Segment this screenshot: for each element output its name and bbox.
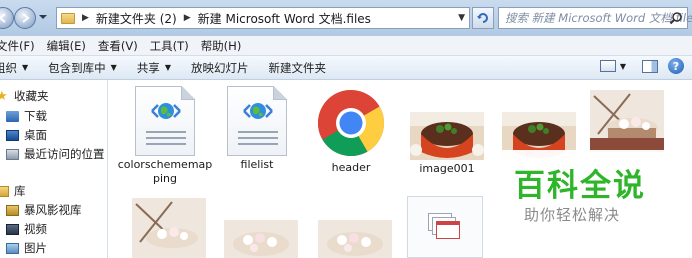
folder-icon <box>61 12 75 24</box>
nav-favorites[interactable]: ★ 收藏夹 <box>0 88 49 104</box>
presentation-file-icon <box>407 196 483 258</box>
file-label: filelist <box>240 158 274 171</box>
change-view-icon[interactable] <box>599 60 616 72</box>
photo-thumbnail <box>224 220 298 258</box>
photo-thumbnail <box>410 112 484 160</box>
organize-label: 组织 <box>0 60 17 75</box>
file-item[interactable] <box>587 90 667 152</box>
photo-thumbnail <box>132 198 206 258</box>
photo-thumbnail <box>590 90 664 152</box>
search-input[interactable]: 搜索 新建 Microsoft Word 文档.files <box>498 7 692 29</box>
menu-bar: 文件(F) 编辑(E) 查看(V) 工具(T) 帮助(H) <box>0 36 692 56</box>
downloads-folder-icon <box>6 110 19 122</box>
nav-downloads[interactable]: 下载 <box>6 108 47 124</box>
menu-view[interactable]: 查看(V) <box>98 38 138 54</box>
nav-downloads-label: 下载 <box>24 109 47 123</box>
recent-pages-dropdown-icon[interactable] <box>38 11 48 23</box>
menu-file[interactable]: 文件(F) <box>0 38 35 54</box>
nav-storm-library[interactable]: 暴风影视库 <box>6 202 82 218</box>
file-item[interactable]: colorschememapping <box>117 86 213 186</box>
arrow-right-icon <box>22 13 30 23</box>
chevron-right-icon[interactable]: ▶ <box>184 13 191 23</box>
nav-libraries-label: 库 <box>14 184 26 198</box>
refresh-button[interactable] <box>472 7 494 29</box>
chevron-down-icon: ▼ <box>22 63 29 72</box>
share-label: 共享 <box>136 60 160 75</box>
chevron-down-icon: ▼ <box>110 63 117 72</box>
nav-favorites-label: 收藏夹 <box>14 89 49 103</box>
file-item[interactable] <box>307 220 403 258</box>
menu-edit[interactable]: 编辑(E) <box>47 38 86 54</box>
nav-recent-label: 最近访问的位置 <box>24 147 105 161</box>
recent-places-icon <box>6 148 19 160</box>
organize-button[interactable]: 组织 ▼ <box>0 60 28 76</box>
star-icon: ★ <box>0 88 8 104</box>
nav-storm-label: 暴风影视库 <box>24 203 82 217</box>
nav-pictures-label: 图片 <box>24 241 47 255</box>
help-icon[interactable]: ? <box>668 58 684 74</box>
file-item[interactable]: filelist <box>209 86 305 172</box>
address-box[interactable]: ▶ 新建文件夹 (2) ▶ 新建 Microsoft Word 文档.files… <box>56 7 470 29</box>
search-placeholder: 搜索 新建 Microsoft Word 文档.files <box>505 11 692 25</box>
file-item[interactable] <box>407 196 483 258</box>
file-label: header <box>331 161 371 174</box>
back-button[interactable] <box>0 7 14 29</box>
preview-pane-icon[interactable] <box>642 59 658 73</box>
include-in-library-button[interactable]: 包含到库中 ▼ <box>48 60 117 76</box>
nav-libraries[interactable]: 库 <box>0 183 26 199</box>
pictures-library-icon <box>6 242 19 254</box>
media-library-icon <box>6 204 19 216</box>
video-library-icon <box>6 223 19 235</box>
nav-pictures[interactable]: 图片 <box>6 240 47 256</box>
file-item[interactable] <box>121 198 217 258</box>
arrow-left-icon <box>0 13 6 23</box>
file-label: colorschememapping <box>117 158 213 185</box>
nav-recent-places[interactable]: 最近访问的位置 <box>6 146 105 162</box>
address-bar-row: ▶ 新建文件夹 (2) ▶ 新建 Microsoft Word 文档.files… <box>0 0 692 36</box>
nav-videos[interactable]: 视频 <box>6 221 47 237</box>
file-label: image001 <box>419 162 475 175</box>
menu-tools[interactable]: 工具(T) <box>150 38 189 54</box>
watermark-subtitle: 助你轻松解决 <box>524 206 621 224</box>
file-item[interactable] <box>213 220 309 258</box>
new-folder-button[interactable]: 新建文件夹 <box>268 60 326 76</box>
slideshow-button[interactable]: 放映幻灯片 <box>191 60 249 76</box>
library-icon <box>0 185 9 197</box>
include-in-library-label: 包含到库中 <box>48 60 106 75</box>
forward-button[interactable] <box>14 7 36 29</box>
view-dropdown-icon[interactable]: ▼ <box>620 62 626 71</box>
navigation-pane: ★ 收藏夹 下载 桌面 最近访问的位置 库 暴风影视库 视频 图片 <box>0 80 108 258</box>
nav-desktop[interactable]: 桌面 <box>6 127 47 143</box>
refresh-icon <box>477 13 488 23</box>
breadcrumb-folder-2[interactable]: 新建文件夹 (2) <box>96 10 177 27</box>
nav-videos-label: 视频 <box>24 222 47 236</box>
breadcrumb-files-folder[interactable]: 新建 Microsoft Word 文档.files <box>198 10 371 27</box>
menu-help[interactable]: 帮助(H) <box>201 38 242 54</box>
nav-desktop-label: 桌面 <box>24 128 47 142</box>
photo-thumbnail <box>318 220 392 258</box>
chevron-down-icon: ▼ <box>164 63 171 72</box>
view-controls: ▼ ? <box>599 58 692 74</box>
file-item[interactable]: header <box>303 88 399 175</box>
chevron-right-icon[interactable]: ▶ <box>82 13 89 23</box>
address-dropdown-icon[interactable]: ▼ <box>458 13 465 23</box>
chrome-icon <box>317 89 385 157</box>
watermark-title: 百科全说 <box>514 168 646 204</box>
desktop-icon <box>6 129 19 141</box>
share-button[interactable]: 共享 ▼ <box>137 60 171 76</box>
search-icon[interactable] <box>669 11 683 25</box>
command-bar: 组织 ▼ 包含到库中 ▼ 共享 ▼ 放映幻灯片 新建文件夹 ▼ ? <box>0 56 692 80</box>
file-item[interactable]: image001 <box>399 112 495 176</box>
html-doc-icon <box>135 86 195 156</box>
html-doc-icon <box>227 86 287 156</box>
